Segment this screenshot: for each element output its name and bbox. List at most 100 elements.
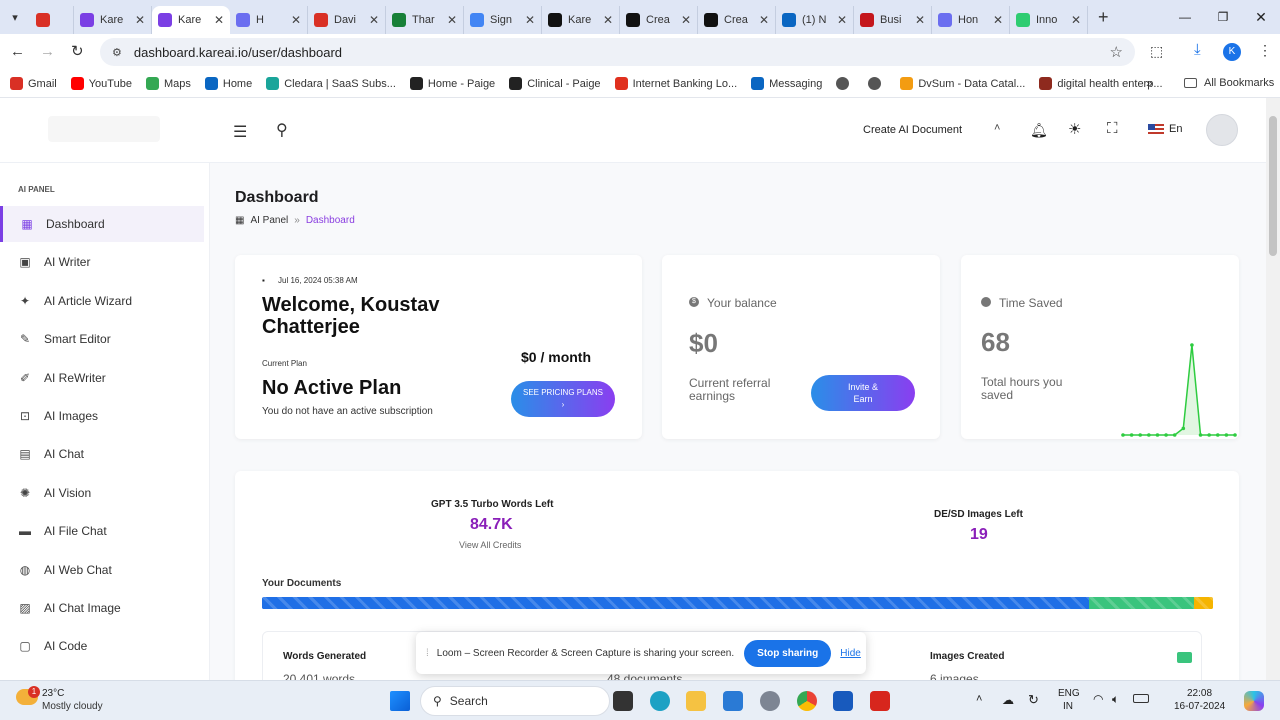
bell-icon[interactable]: 🔔︎ [1030, 122, 1048, 139]
minimize-icon[interactable]: — [1166, 10, 1204, 24]
tab-close-icon[interactable]: ✕ [214, 13, 224, 27]
downloads-icon[interactable]: ⤓ [1194, 41, 1201, 58]
sync-icon[interactable]: ↻ [1028, 692, 1039, 708]
tab-list-dropdown-icon[interactable]: ▾ [0, 11, 30, 24]
copilot-icon[interactable] [1244, 691, 1264, 711]
forward-icon[interactable]: → [40, 43, 55, 60]
tab-close-icon[interactable]: ✕ [447, 13, 457, 27]
browser-tab[interactable]: Crea ✕ [620, 6, 698, 34]
battery-icon[interactable] [1133, 694, 1149, 703]
new-tab-button[interactable]: + [1098, 7, 1109, 28]
bookmark-item[interactable]: Home - Paige [409, 77, 495, 90]
lang-line1[interactable]: ENG [1058, 688, 1080, 699]
windows-start-icon[interactable] [390, 691, 410, 711]
page-scrollbar[interactable] [1266, 98, 1280, 680]
browser-tab[interactable]: Kare ✕ [74, 6, 152, 34]
restore-icon[interactable]: ❐ [1204, 10, 1242, 24]
search-icon[interactable]: ⚲ [276, 120, 288, 140]
bookmark-item[interactable]: digital health enterp... [1039, 77, 1163, 90]
sidebar-item-dashboard[interactable]: ▦ Dashboard [0, 206, 204, 242]
fullscreen-icon[interactable]: ⛶ [1107, 120, 1118, 137]
reload-icon[interactable]: ↻ [71, 42, 84, 60]
theme-toggle-icon[interactable]: ☀ [1068, 120, 1081, 138]
sidebar-item-ai-images[interactable]: ⊡ AI Images [0, 398, 204, 434]
all-bookmarks-folder[interactable]: All Bookmarks [1184, 77, 1274, 89]
browser-tab[interactable]: Kare ✕ [152, 6, 230, 34]
clock-time[interactable]: 22:08 [1187, 688, 1212, 699]
sidebar-item-ai-rewriter[interactable]: ✐ AI ReWriter [0, 360, 204, 396]
bookmark-item[interactable] [868, 77, 886, 90]
bookmark-item[interactable] [836, 77, 854, 90]
stop-sharing-button[interactable]: Stop sharing [744, 639, 832, 667]
profile-avatar[interactable]: K [1223, 43, 1241, 61]
task-view-icon[interactable] [613, 691, 633, 711]
browser-tab[interactable]: Busi ✕ [854, 6, 932, 34]
hide-link[interactable]: Hide [840, 648, 861, 659]
tab-close-icon[interactable]: ✕ [135, 13, 145, 27]
sidebar-item-ai-vision[interactable]: ✺ AI Vision [0, 475, 204, 511]
tab-close-icon[interactable]: ✕ [759, 13, 769, 27]
tab-close-icon[interactable]: ✕ [525, 13, 535, 27]
tab-close-icon[interactable]: ✕ [369, 13, 379, 27]
chrome-icon[interactable] [797, 691, 817, 711]
tab-close-icon[interactable]: ✕ [1071, 13, 1081, 27]
browser-tab[interactable]: H ✕ [230, 6, 308, 34]
sidebar-item-ai-file-chat[interactable]: ▬ AI File Chat [0, 513, 204, 549]
language-selector[interactable]: En [1148, 123, 1182, 135]
create-ai-document-button[interactable]: Create AI Document [863, 124, 962, 136]
sidebar-item-ai-writer[interactable]: ▣ AI Writer [0, 244, 204, 280]
back-icon[interactable]: ← [10, 43, 25, 60]
tab-close-icon[interactable]: ✕ [603, 13, 613, 27]
browser-tab[interactable]: Inno ✕ [1010, 6, 1088, 34]
tab-close-icon[interactable]: ✕ [915, 13, 925, 27]
bookmark-item[interactable]: Maps [145, 77, 191, 90]
acrobat-icon[interactable] [870, 691, 890, 711]
sidebar-item-ai-chat-image[interactable]: ▨ AI Chat Image [0, 590, 204, 626]
sidebar-item-ai-code[interactable]: ▢ AI Code [0, 628, 204, 664]
bookmark-item[interactable]: Messaging [751, 77, 822, 90]
bookmark-star-icon[interactable]: ☆ [1110, 43, 1123, 61]
browser-tab[interactable]: Hon ✕ [932, 6, 1010, 34]
tray-chevron-icon[interactable]: ˄ [976, 693, 982, 705]
extensions-icon[interactable]: ⬚ [1150, 43, 1163, 60]
sidebar-item-ai-web-chat[interactable]: ◍ AI Web Chat [0, 552, 204, 588]
store-icon[interactable] [723, 691, 743, 711]
sidebar-item-ai-chat[interactable]: ▤ AI Chat [0, 436, 204, 472]
browser-tab[interactable]: Davi ✕ [308, 6, 386, 34]
browser-tab[interactable]: (1) N ✕ [776, 6, 854, 34]
edge-icon[interactable] [650, 691, 670, 711]
site-info-icon[interactable]: ⚙ [112, 46, 122, 59]
wifi-icon[interactable]: ◠ [1093, 692, 1103, 706]
invite-earn-button[interactable]: Invite & Earn [811, 375, 915, 411]
bookmark-item[interactable]: YouTube [70, 77, 132, 90]
bookmark-item[interactable]: Gmail [10, 77, 57, 90]
bookmark-item[interactable]: Clinical - Paige [509, 77, 601, 90]
scrollbar-thumb[interactable] [1269, 116, 1277, 256]
word-icon[interactable] [833, 691, 853, 711]
breadcrumb-root[interactable]: AI Panel [250, 215, 288, 226]
browser-tab[interactable]: Crea ✕ [698, 6, 776, 34]
browser-tab[interactable]: Sign ✕ [464, 6, 542, 34]
browser-tab[interactable]: Thar ✕ [386, 6, 464, 34]
browser-tab[interactable] [30, 6, 74, 34]
taskbar-search[interactable]: ⚲ Search [420, 686, 610, 716]
url-field[interactable]: ⚙ dashboard.kareai.io/user/dashboard ☆ [100, 38, 1135, 66]
volume-icon[interactable]: 🔈︎ [1112, 692, 1119, 707]
more-bookmarks-icon[interactable]: » [1146, 76, 1153, 90]
sidebar-item-smart-editor[interactable]: ✎ Smart Editor [0, 321, 204, 357]
lang-line2[interactable]: IN [1063, 701, 1073, 712]
see-pricing-plans-button[interactable]: SEE PRICING PLANS › [511, 381, 615, 417]
tab-close-icon[interactable]: ✕ [291, 13, 301, 27]
bookmark-item[interactable]: Internet Banking Lo... [614, 77, 737, 90]
close-window-icon[interactable]: ✕ [1242, 9, 1280, 26]
view-all-credits-link[interactable]: View All Credits [459, 540, 521, 550]
app-logo[interactable] [48, 116, 160, 142]
bookmark-item[interactable]: Home [204, 77, 252, 90]
settings-icon[interactable] [760, 691, 780, 711]
chevron-up-icon[interactable]: ˄ [994, 122, 1000, 134]
tab-close-icon[interactable]: ✕ [681, 13, 691, 27]
clock-date[interactable]: 16-07-2024 [1174, 701, 1225, 712]
browser-tab[interactable]: Kare ✕ [542, 6, 620, 34]
menu-toggle-icon[interactable]: ☰ [233, 122, 247, 142]
browser-menu-icon[interactable]: ⋮ [1258, 42, 1272, 59]
